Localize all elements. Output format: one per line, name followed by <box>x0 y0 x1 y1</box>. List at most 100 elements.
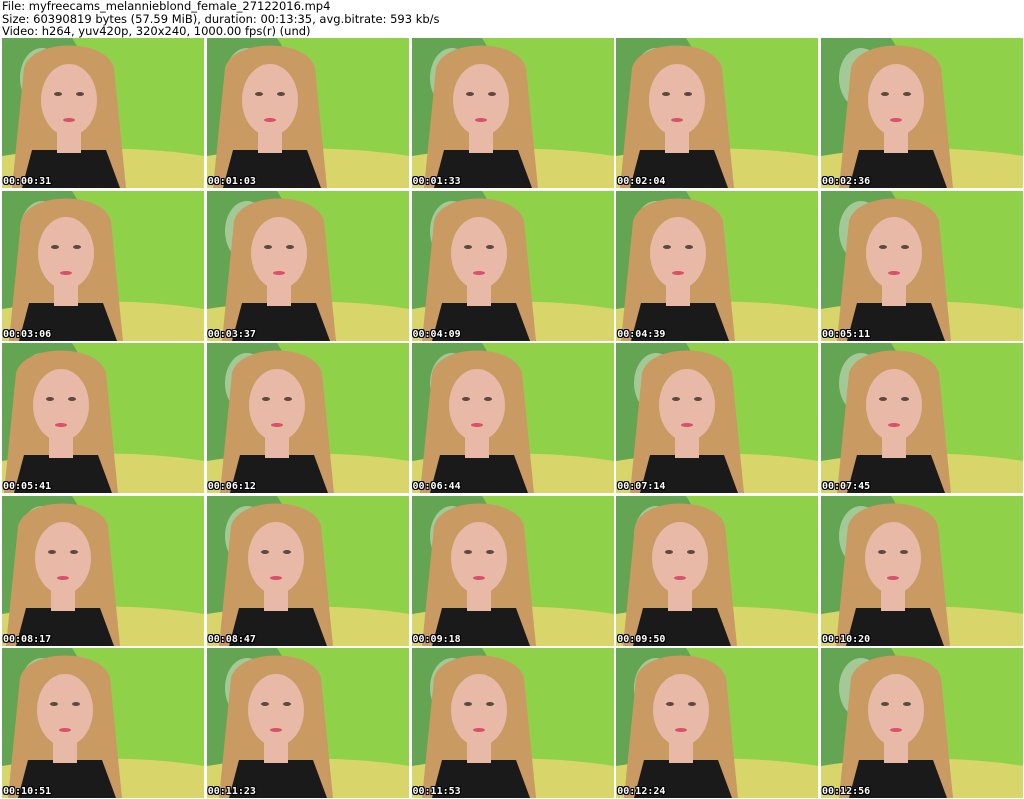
right-eye <box>485 702 494 706</box>
face <box>247 521 304 594</box>
thumbnail-timestamp: 00:04:09 <box>412 328 461 340</box>
face <box>450 674 507 746</box>
right-eye <box>903 702 911 706</box>
thumbnail-timestamp: 00:01:03 <box>207 176 256 187</box>
frame-image <box>206 38 409 188</box>
video-thumbnail: 00:03:06 <box>2 190 204 341</box>
frame-image <box>616 495 819 646</box>
video-thumbnail: 00:04:39 <box>616 190 819 341</box>
frame-image <box>411 38 614 188</box>
right-eye <box>901 244 909 249</box>
lips <box>63 118 75 122</box>
face <box>241 64 298 136</box>
video-thumbnail: 00:07:14 <box>616 343 819 493</box>
left-eye <box>463 549 472 554</box>
face <box>866 216 922 289</box>
video-thumbnail: 00:11:53 <box>411 648 614 798</box>
file-name-line: File: myfreecams_melannieblond_female_27… <box>2 0 331 13</box>
frame-image <box>821 190 1023 341</box>
thumbnail-timestamp: 00:02:36 <box>822 176 871 187</box>
left-eye <box>881 702 889 706</box>
video-thumbnail: 00:10:20 <box>821 495 1023 646</box>
video-thumbnail: 00:04:09 <box>411 190 614 341</box>
video-thumbnail: 00:03:37 <box>206 190 409 341</box>
face <box>868 64 924 136</box>
video-thumbnail: 00:11:23 <box>206 648 409 798</box>
face <box>248 369 305 441</box>
left-eye <box>50 702 58 706</box>
face <box>868 674 924 746</box>
face <box>652 521 709 594</box>
face <box>41 64 97 136</box>
video-thumbnail: 00:09:18 <box>411 495 614 646</box>
face <box>448 369 505 441</box>
left-eye <box>662 92 671 96</box>
frame-image <box>206 190 409 341</box>
thumbnail-timestamp: 00:07:14 <box>617 481 666 492</box>
video-info-line: Video: h264, yuv420p, 320x240, 1000.00 f… <box>2 24 311 39</box>
right-eye <box>282 702 291 706</box>
left-eye <box>666 702 675 706</box>
video-thumbnail: 00:07:45 <box>821 343 1023 493</box>
left-eye <box>48 549 56 554</box>
frame-image <box>2 38 204 188</box>
frame-image <box>616 190 819 341</box>
lips <box>890 728 902 732</box>
face <box>653 674 710 746</box>
left-eye <box>461 397 470 401</box>
thumbnail-timestamp: 00:09:18 <box>412 633 461 645</box>
lips <box>263 118 276 122</box>
thumbnail-timestamp: 00:09:50 <box>617 633 666 645</box>
left-eye <box>879 244 887 249</box>
thumbnail-timestamp: 00:00:31 <box>3 176 52 187</box>
right-eye <box>903 92 911 96</box>
left-eye <box>465 92 474 96</box>
thumbnail-timestamp: 00:01:33 <box>412 176 461 187</box>
left-eye <box>261 397 270 401</box>
thumbnail-timestamp: 00:05:11 <box>822 328 871 340</box>
thumbnail-timestamp: 00:10:20 <box>822 633 871 645</box>
frame-image <box>616 343 819 493</box>
left-eye <box>51 244 59 249</box>
face <box>250 216 307 289</box>
left-eye <box>260 702 269 706</box>
thumbnail-timestamp: 00:07:45 <box>822 481 871 492</box>
thumbnail-grid: 00:00:31 00:01:03 00:01:33 00:02:04 00:0… <box>2 38 1023 798</box>
right-eye <box>483 397 492 401</box>
right-eye <box>485 549 494 554</box>
video-thumbnail: 00:12:56 <box>821 648 1023 798</box>
lips <box>55 423 67 427</box>
frame-image <box>821 648 1023 798</box>
lips <box>681 423 694 427</box>
right-eye <box>485 244 494 249</box>
face <box>866 369 922 441</box>
frame-image <box>206 648 409 798</box>
video-thumbnail: 00:02:04 <box>616 38 819 188</box>
lips <box>57 575 69 580</box>
face <box>33 369 89 441</box>
frame-image <box>2 190 204 341</box>
face <box>865 521 921 594</box>
video-thumbnail: 00:08:47 <box>206 495 409 646</box>
right-eye <box>76 92 84 96</box>
thumbnail-timestamp: 00:06:12 <box>207 481 256 492</box>
thumbnail-timestamp: 00:04:39 <box>617 328 666 340</box>
video-thumbnail: 00:09:50 <box>616 495 819 646</box>
right-eye <box>283 397 292 401</box>
video-thumbnail: 00:01:03 <box>206 38 409 188</box>
lips <box>269 575 282 580</box>
right-eye <box>285 244 294 249</box>
frame-image <box>206 343 409 493</box>
thumbnail-timestamp: 00:08:17 <box>3 633 52 645</box>
left-eye <box>663 244 672 249</box>
lips <box>671 118 684 122</box>
right-eye <box>68 397 76 401</box>
right-eye <box>901 397 909 401</box>
frame-image <box>411 190 614 341</box>
video-thumbnail: 00:12:24 <box>616 648 819 798</box>
right-eye <box>72 702 80 706</box>
thumbnail-timestamp: 00:12:56 <box>822 786 871 797</box>
lips <box>675 728 688 732</box>
right-eye <box>276 92 285 96</box>
lips <box>472 728 485 732</box>
